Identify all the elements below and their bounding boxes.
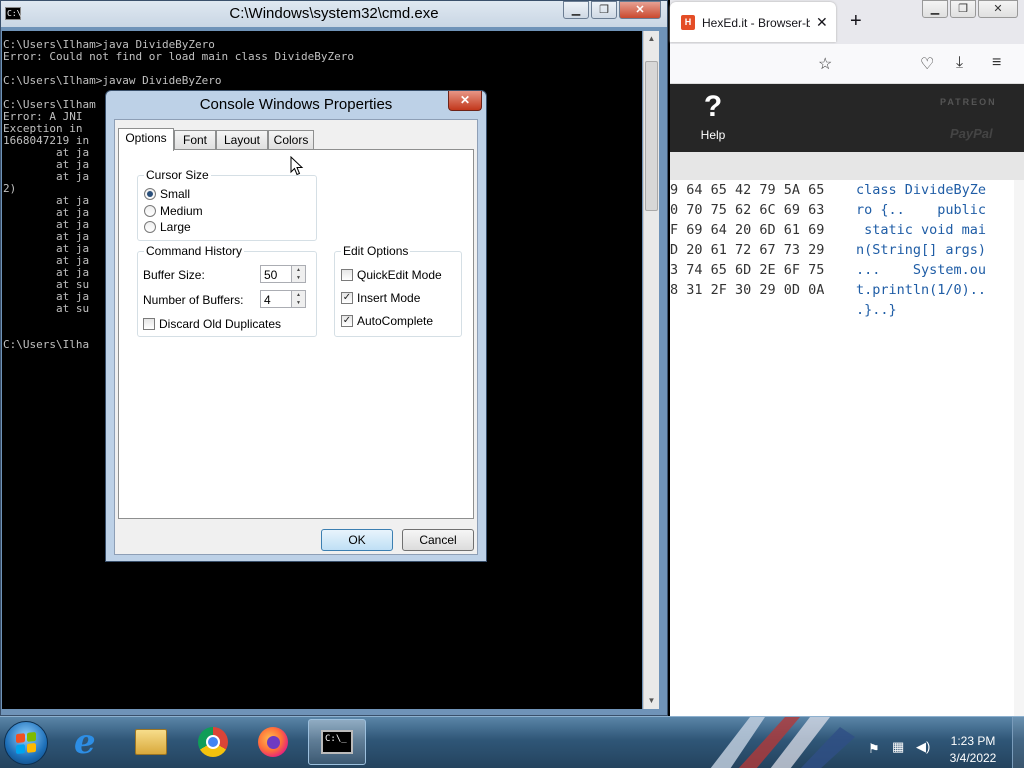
- chrome-icon: [198, 727, 228, 757]
- browser-tab-hexed[interactable]: H HexEd.it - Browser-ba ✕: [670, 2, 836, 42]
- buffer-size-spin-icon[interactable]: ▲ ▼: [291, 266, 305, 282]
- cmd-close-button[interactable]: ✕: [619, 1, 661, 19]
- hex-bytes-column[interactable]: 9 64 65 42 79 5A 65 0 70 75 62 6C 69 63 …: [670, 180, 824, 300]
- quickedit-checkbox[interactable]: [341, 269, 353, 281]
- dialog-body: Options Font Layout Colors Cursor Size S…: [114, 119, 478, 555]
- options-tab-panel: Cursor Size Small Medium Large Command H…: [118, 149, 474, 519]
- cmd-title-bar[interactable]: C:\ C:\Windows\system32\cmd.exe ▁ ❐ ✕: [1, 1, 667, 27]
- mouse-pointer-icon: [290, 156, 304, 176]
- patreon-logo[interactable]: PATREON: [940, 97, 997, 107]
- wallpaper-peek-decoration: [710, 717, 855, 768]
- pocket-icon[interactable]: ♡: [920, 54, 934, 74]
- dialog-close-button[interactable]: ✕: [448, 91, 482, 111]
- hex-editor-area[interactable]: 9 64 65 42 79 5A 65 0 70 75 62 6C 69 63 …: [670, 180, 1024, 716]
- internet-explorer-icon: e: [74, 722, 96, 762]
- radio-small[interactable]: [144, 188, 156, 200]
- browser-tab-strip: H HexEd.it - Browser-ba ✕ + ▁ ❐ ✕: [670, 0, 1024, 44]
- menu-icon[interactable]: ≡: [992, 54, 1001, 72]
- discard-duplicates-label[interactable]: Discard Old Duplicates: [159, 317, 281, 331]
- action-center-flag-icon[interactable]: ⚑: [868, 741, 880, 757]
- clock-time[interactable]: 1:23 PM: [940, 734, 1006, 748]
- tab-close-icon[interactable]: ✕: [816, 14, 828, 31]
- radio-medium-label[interactable]: Medium: [160, 204, 203, 218]
- start-button[interactable]: [4, 721, 48, 765]
- file-explorer-icon: [135, 729, 167, 755]
- new-tab-button[interactable]: +: [850, 10, 862, 33]
- buffer-size-label: Buffer Size:: [143, 268, 205, 282]
- scroll-thumb[interactable]: [645, 61, 658, 211]
- edit-options-title: Edit Options: [341, 244, 411, 258]
- autocomplete-label[interactable]: AutoComplete: [357, 314, 433, 328]
- bookmark-star-icon[interactable]: ☆: [818, 54, 832, 74]
- command-history-title: Command History: [144, 244, 245, 258]
- buffer-size-value: 50: [264, 268, 278, 282]
- scroll-up-arrow[interactable]: ▲: [644, 31, 659, 47]
- taskbar: e C:\_ ⚑ ▦ ◀) 1:23 PM 3/4/2022: [0, 716, 1024, 768]
- browser-window-controls: ▁ ❐ ✕: [920, 0, 1018, 18]
- cmd-window-controls: ▁ ❐ ✕: [561, 1, 661, 19]
- num-buffers-spin-icon[interactable]: ▲ ▼: [291, 291, 305, 307]
- discard-duplicates-checkbox[interactable]: [143, 318, 155, 330]
- num-buffers-label: Number of Buffers:: [143, 293, 244, 307]
- browser-minimize-button[interactable]: ▁: [922, 0, 948, 18]
- ok-button[interactable]: OK: [321, 529, 393, 551]
- tab-colors[interactable]: Colors: [268, 130, 314, 150]
- tab-layout[interactable]: Layout: [216, 130, 268, 150]
- tab-title: HexEd.it - Browser-ba: [702, 16, 810, 30]
- edit-options-group: Edit Options QuickEdit Mode ✓ Insert Mod…: [334, 244, 462, 337]
- help-icon[interactable]: ?: [700, 90, 726, 124]
- hex-scrollbar[interactable]: [1014, 180, 1024, 716]
- taskbar-chrome[interactable]: [184, 719, 242, 765]
- ascii-text-column[interactable]: class DivideByZe ro {.. public static vo…: [856, 180, 986, 320]
- windows-logo-icon: [16, 731, 36, 755]
- scroll-down-arrow[interactable]: ▼: [644, 693, 659, 709]
- show-desktop-button[interactable]: [1012, 717, 1024, 768]
- html5-favicon-icon: H: [681, 15, 695, 30]
- hexed-toolbar: ? Help PATREON PayPal: [670, 84, 1024, 152]
- volume-icon[interactable]: ◀): [916, 739, 930, 755]
- tab-font[interactable]: Font: [174, 130, 216, 150]
- taskbar-explorer[interactable]: [122, 719, 180, 765]
- radio-large[interactable]: [144, 221, 156, 233]
- radio-large-label[interactable]: Large: [160, 220, 191, 234]
- hex-column-header: [670, 152, 1024, 180]
- browser-window[interactable]: H HexEd.it - Browser-ba ✕ + ▁ ❐ ✕ ☆ ♡ ⤓ …: [670, 0, 1024, 716]
- cmd-scrollbar[interactable]: ▲ ▼: [643, 31, 659, 709]
- radio-medium[interactable]: [144, 205, 156, 217]
- cursor-size-title: Cursor Size: [144, 168, 211, 182]
- insert-mode-label[interactable]: Insert Mode: [357, 291, 420, 305]
- radio-small-label[interactable]: Small: [160, 187, 190, 201]
- download-icon[interactable]: ⤓: [956, 54, 963, 72]
- insert-mode-checkbox[interactable]: ✓: [341, 292, 353, 304]
- num-buffers-value: 4: [264, 293, 271, 307]
- buffer-size-stepper[interactable]: 50 ▲ ▼: [260, 265, 306, 283]
- paypal-logo[interactable]: PayPal: [950, 126, 993, 141]
- browser-nav-bar: ☆ ♡ ⤓ ≡: [670, 44, 1024, 84]
- cancel-button[interactable]: Cancel: [402, 529, 474, 551]
- cmd-maximize-button[interactable]: ❐: [591, 1, 617, 19]
- cmd-icon: C:\_: [321, 730, 353, 754]
- browser-maximize-button[interactable]: ❐: [950, 0, 976, 18]
- help-label[interactable]: Help: [694, 128, 732, 142]
- taskbar-cmd[interactable]: C:\_: [308, 719, 366, 765]
- quickedit-label[interactable]: QuickEdit Mode: [357, 268, 442, 282]
- browser-close-button[interactable]: ✕: [978, 0, 1018, 18]
- firefox-icon: [258, 727, 288, 757]
- cursor-size-group: Cursor Size Small Medium Large: [137, 168, 317, 241]
- autocomplete-checkbox[interactable]: ✓: [341, 315, 353, 327]
- tab-options[interactable]: Options: [118, 128, 174, 151]
- cmd-minimize-button[interactable]: ▁: [563, 1, 589, 19]
- dialog-title: Console Windows Properties: [199, 96, 393, 113]
- command-history-group: Command History Buffer Size: 50 ▲ ▼ Numbe…: [137, 244, 317, 337]
- taskbar-ie[interactable]: e: [60, 719, 118, 765]
- taskbar-firefox[interactable]: [244, 719, 302, 765]
- num-buffers-stepper[interactable]: 4 ▲ ▼: [260, 290, 306, 308]
- network-icon[interactable]: ▦: [892, 739, 904, 755]
- clock-date[interactable]: 3/4/2022: [940, 751, 1006, 765]
